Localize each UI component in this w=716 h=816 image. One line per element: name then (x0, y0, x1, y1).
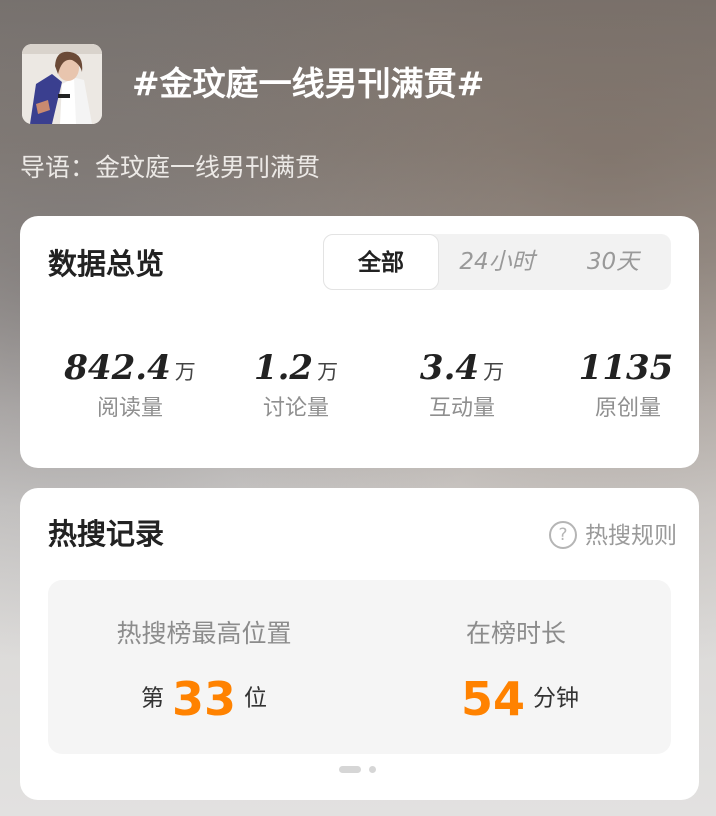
tab-30d[interactable]: 30天 (555, 234, 671, 290)
duration-unit: 分钟 (533, 685, 579, 712)
hot-search-rules-link[interactable]: ? 热搜规则 (549, 518, 677, 554)
stat-label: 讨论量 (262, 396, 329, 421)
time-on-list: 在榜时长 54 分钟 (376, 616, 656, 726)
stat-value: 1135 (578, 348, 674, 388)
pager-dot[interactable] (369, 766, 376, 773)
hot-search-title: 热搜记录 (48, 517, 165, 551)
tab-all[interactable]: 全部 (323, 234, 439, 290)
hot-search-record-panel[interactable]: 热搜榜最高位置 第 33 位 在榜时长 54 分钟 (48, 580, 671, 754)
topic-cover-photo (22, 44, 102, 124)
stat-reads: 842.4 万 阅读量 (60, 346, 200, 424)
stat-originals: 1135 原创量 (558, 346, 698, 424)
pager-dot-active[interactable] (339, 766, 361, 773)
stat-unit: 万 (483, 360, 505, 384)
stat-label: 原创量 (594, 396, 661, 421)
peak-label: 热搜榜最高位置 (116, 619, 292, 648)
stat-interactions: 3.4 万 互动量 (392, 346, 532, 424)
overview-title: 数据总览 (48, 247, 165, 281)
stat-unit: 万 (317, 360, 339, 384)
question-circle-icon: ? (549, 520, 577, 549)
topic-title: #金玟庭一线男刊满贯# (132, 64, 485, 103)
duration-label: 在榜时长 (465, 619, 566, 648)
peak-value: 33 (171, 671, 236, 726)
duration-value: 54 (460, 671, 525, 726)
stat-value: 842.4 (64, 348, 171, 388)
peak-position: 热搜榜最高位置 第 33 位 (64, 616, 344, 726)
data-overview-card: 数据总览 全部 24小时 30天 842.4 万 阅读量 1.2 万 讨论量 3.4… (20, 216, 699, 468)
hot-search-card: 热搜记录 ? 热搜规则 热搜榜最高位置 第 33 位 在榜时长 54 分钟 (20, 488, 699, 800)
stat-label: 阅读量 (96, 396, 163, 421)
peak-prefix: 第 (140, 685, 164, 712)
tab-24h[interactable]: 24小时 (439, 234, 555, 290)
topic-avatar[interactable] (22, 44, 102, 124)
stat-value: 1.2 (253, 348, 314, 388)
stat-label: 互动量 (428, 396, 495, 421)
peak-suffix: 位 (244, 685, 267, 712)
stat-unit: 万 (174, 360, 196, 384)
stat-value: 3.4 (419, 348, 480, 388)
stat-discussions: 1.2 万 讨论量 (226, 346, 366, 424)
rules-label: 热搜规则 (585, 523, 677, 549)
topic-guide: 导语：金玟庭一线男刊满贯 (20, 153, 321, 182)
time-range-selector: 全部 24小时 30天 (323, 234, 671, 290)
